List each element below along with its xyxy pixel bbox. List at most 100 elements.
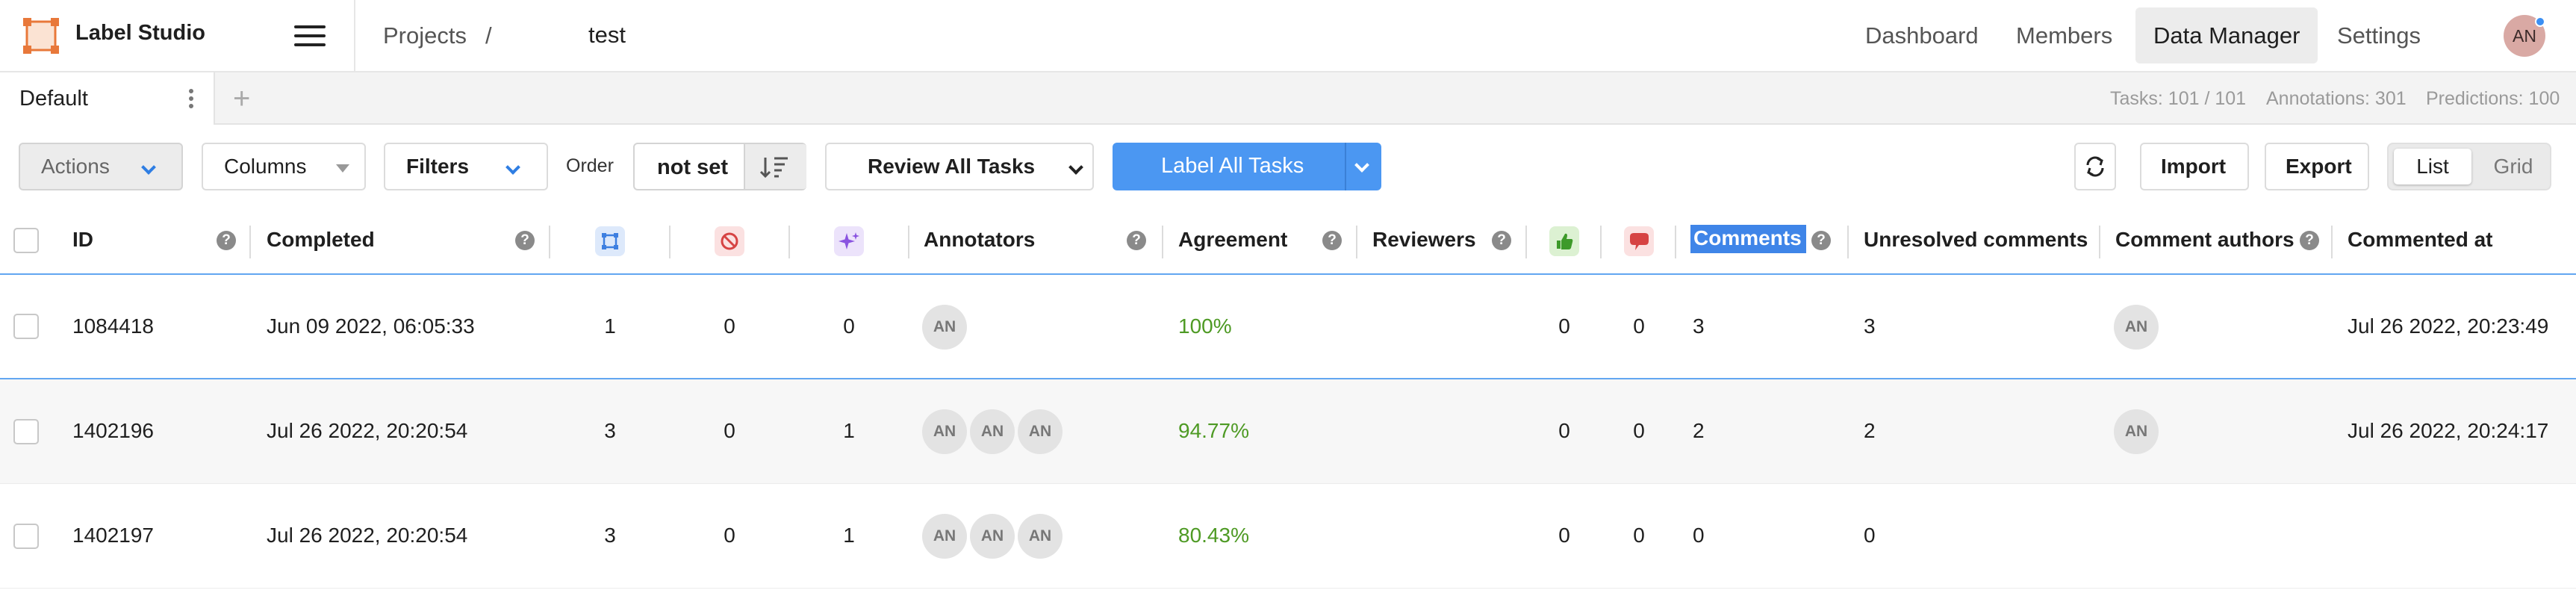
column-header-agreement[interactable]: Agreement <box>1178 228 1287 252</box>
export-button[interactable]: Export <box>2265 143 2369 190</box>
column-header-id[interactable]: ID <box>72 228 93 252</box>
import-button[interactable]: Import <box>2140 143 2249 190</box>
help-icon[interactable]: ? <box>1492 231 1511 250</box>
cell-comments: 2 <box>1693 419 1705 442</box>
cell-total-annotations: 3 <box>604 419 616 442</box>
column-divider[interactable] <box>1356 226 1357 258</box>
column-divider[interactable] <box>788 226 790 258</box>
label-all-label: Label All Tasks <box>1161 154 1304 178</box>
annotations-count: Annotations: 301 <box>2266 88 2407 109</box>
cell-unresolved-comments: 0 <box>1864 524 1876 547</box>
sort-direction-button[interactable] <box>744 144 806 189</box>
help-icon[interactable]: ? <box>1811 231 1831 250</box>
comment-author-avatar: AN <box>2114 409 2159 454</box>
notification-dot-icon <box>2535 16 2545 27</box>
table-row[interactable]: 1084418 Jun 09 2022, 06:05:33 1 0 0 AN 1… <box>0 275 2576 379</box>
cell-cancelled: 0 <box>724 314 735 338</box>
sort-descending-icon <box>759 157 788 179</box>
annotator-avatar: AN <box>922 305 967 350</box>
breadcrumb-current-project[interactable]: test <box>588 22 626 49</box>
row-checkbox[interactable] <box>13 419 39 444</box>
column-header-comment-authors[interactable]: Comment authors <box>2115 228 2295 252</box>
order-select[interactable]: not set <box>633 143 806 190</box>
annotator-avatar: AN <box>922 514 967 559</box>
app-title: Label Studio <box>75 21 205 45</box>
column-divider[interactable] <box>669 226 671 258</box>
help-icon[interactable]: ? <box>1127 231 1146 250</box>
chevron-down-icon[interactable] <box>1354 158 1369 173</box>
cell-reviews-accepted: 0 <box>1558 314 1570 338</box>
cell-id: 1084418 <box>72 314 155 338</box>
table-row[interactable]: 1402196 Jul 26 2022, 20:20:54 3 0 1 AN A… <box>0 379 2576 484</box>
breadcrumb-projects-link[interactable]: Projects <box>383 22 467 49</box>
filters-dropdown[interactable]: Filters <box>384 143 548 190</box>
column-header-commented-at[interactable]: Commented at <box>2348 228 2492 252</box>
select-all-checkbox[interactable] <box>13 228 39 253</box>
grid-view-button[interactable]: Grid <box>2480 149 2547 184</box>
annotator-avatar: AN <box>970 514 1015 559</box>
help-icon[interactable]: ? <box>217 231 236 250</box>
tab-bar: Default + Tasks: 101 / 101 Annotations: … <box>0 72 2576 125</box>
cell-total-annotations: 1 <box>604 314 616 338</box>
column-divider[interactable] <box>2099 226 2100 258</box>
thumbs-down-icon[interactable] <box>1624 226 1654 256</box>
order-label: Order <box>566 155 614 176</box>
split-divider <box>1345 143 1346 190</box>
cell-cancelled: 0 <box>724 524 735 547</box>
annotator-avatar: AN <box>1018 409 1063 454</box>
column-header-comments[interactable]: Comments <box>1690 225 1806 253</box>
column-divider[interactable] <box>1525 226 1527 258</box>
thumbs-up-icon[interactable] <box>1549 226 1579 256</box>
column-divider[interactable] <box>549 226 550 258</box>
column-divider[interactable] <box>1675 226 1676 258</box>
review-all-label: Review All Tasks <box>868 155 1036 178</box>
export-label: Export <box>2286 155 2352 178</box>
help-icon[interactable]: ? <box>1322 231 1342 250</box>
column-header-annotators[interactable]: Annotators <box>924 228 1035 252</box>
column-header-completed[interactable]: Completed <box>267 228 375 252</box>
cancelled-annotations-icon[interactable] <box>715 226 744 256</box>
column-header-unresolved-comments[interactable]: Unresolved comments <box>1864 228 2088 252</box>
cell-unresolved-comments: 3 <box>1864 314 1876 338</box>
nav-members[interactable]: Members <box>1998 7 2130 63</box>
column-header-reviewers[interactable]: Reviewers <box>1372 228 1476 252</box>
nav-settings[interactable]: Settings <box>2319 7 2439 63</box>
column-divider[interactable] <box>908 226 909 258</box>
label-studio-logo-icon[interactable] <box>22 17 60 55</box>
cell-commented-at: Jul 26 2022, 20:23:49 <box>2348 314 2549 338</box>
tab-options-icon[interactable] <box>187 89 196 110</box>
column-divider[interactable] <box>1600 226 1602 258</box>
table-row[interactable]: 1402197 Jul 26 2022, 20:20:54 3 0 1 AN A… <box>0 484 2576 589</box>
predictions-sparkle-icon[interactable] <box>834 226 864 256</box>
nav-divider <box>354 0 355 72</box>
nav-dashboard[interactable]: Dashboard <box>1847 7 1997 63</box>
refresh-button[interactable] <box>2074 143 2116 190</box>
import-label: Import <box>2161 155 2227 178</box>
row-checkbox[interactable] <box>13 314 39 339</box>
review-all-tasks-button[interactable]: Review All Tasks <box>825 143 1068 190</box>
help-icon[interactable]: ? <box>515 231 535 250</box>
predictions-count: Predictions: 100 <box>2426 88 2560 109</box>
cell-cancelled: 0 <box>724 419 735 442</box>
cell-agreement: 94.77% <box>1178 419 1249 442</box>
column-divider[interactable] <box>1847 226 1849 258</box>
add-tab-icon[interactable]: + <box>233 81 250 116</box>
actions-dropdown[interactable]: Actions <box>19 143 183 190</box>
cell-completed: Jun 09 2022, 06:05:33 <box>267 314 475 338</box>
column-divider[interactable] <box>2331 226 2333 258</box>
help-icon[interactable]: ? <box>2300 231 2319 250</box>
chevron-down-icon <box>505 160 520 175</box>
columns-dropdown[interactable]: Columns <box>202 143 366 190</box>
cell-reviews-accepted: 0 <box>1558 524 1570 547</box>
columns-label: Columns <box>224 155 307 178</box>
row-checkbox[interactable] <box>13 524 39 549</box>
hamburger-menu-icon[interactable] <box>294 25 326 48</box>
total-annotations-icon[interactable] <box>595 226 625 256</box>
tab-default[interactable]: Default <box>0 72 215 125</box>
label-all-tasks-button[interactable]: Label All Tasks <box>1113 143 1381 190</box>
column-divider[interactable] <box>1162 226 1163 258</box>
list-view-button[interactable]: List <box>2394 149 2471 184</box>
review-options-dropdown[interactable] <box>1063 143 1094 190</box>
column-divider[interactable] <box>249 226 251 258</box>
nav-data-manager[interactable]: Data Manager <box>2135 7 2318 63</box>
